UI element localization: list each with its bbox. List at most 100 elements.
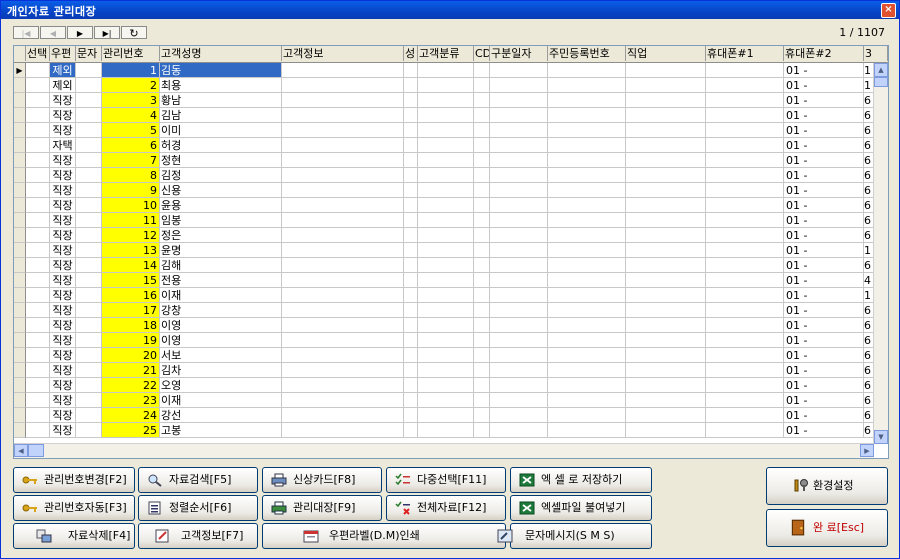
gender-cell[interactable] <box>404 153 418 168</box>
cd-cell[interactable] <box>474 243 490 258</box>
row-indicator[interactable] <box>14 303 26 318</box>
gender-cell[interactable] <box>404 348 418 363</box>
mgmt-no-cell[interactable]: 13 <box>102 243 160 258</box>
zip-cell[interactable]: 직장 <box>50 168 76 183</box>
sms-button[interactable]: 문자메시지(S M S) <box>497 523 652 549</box>
select-cell[interactable] <box>26 408 50 423</box>
gender-cell[interactable] <box>404 288 418 303</box>
cd-cell[interactable] <box>474 78 490 93</box>
row-indicator[interactable] <box>14 243 26 258</box>
cd-cell[interactable] <box>474 213 490 228</box>
mgmt-no-cell[interactable]: 25 <box>102 423 160 438</box>
hscroll-thumb[interactable] <box>28 444 44 457</box>
date-cell[interactable] <box>490 333 548 348</box>
message-cell[interactable] <box>76 198 102 213</box>
table-row[interactable]: 직장 24 강선 01 -6 <box>14 408 874 423</box>
gender-cell[interactable] <box>404 93 418 108</box>
message-cell[interactable] <box>76 63 102 78</box>
zip-cell[interactable]: 직장 <box>50 228 76 243</box>
customer-grid[interactable]: 선택 우편 문자 관리번호 고객성명 고객정보 성 고객분류 CD 구분일자 주… <box>13 45 889 459</box>
customer-class-cell[interactable] <box>418 288 474 303</box>
mgmt-no-cell[interactable]: 2 <box>102 78 160 93</box>
date-cell[interactable] <box>490 363 548 378</box>
header-job[interactable]: 직업 <box>626 46 706 61</box>
table-row[interactable]: 직장 21 김차 01 -6 <box>14 363 874 378</box>
select-cell[interactable] <box>26 333 50 348</box>
customer-name-cell[interactable]: 정현 <box>160 153 282 168</box>
jumin-cell[interactable] <box>548 63 626 78</box>
customer-class-cell[interactable] <box>418 348 474 363</box>
date-cell[interactable] <box>490 393 548 408</box>
message-cell[interactable] <box>76 138 102 153</box>
select-cell[interactable] <box>26 243 50 258</box>
save-excel-button[interactable]: 엑 셀 로 저장하기 <box>510 467 652 493</box>
message-cell[interactable] <box>76 363 102 378</box>
zip-cell[interactable]: 직장 <box>50 408 76 423</box>
phone1-cell[interactable] <box>706 363 784 378</box>
job-cell[interactable] <box>626 288 706 303</box>
message-cell[interactable] <box>76 123 102 138</box>
customer-info-cell[interactable] <box>282 78 404 93</box>
select-cell[interactable] <box>26 258 50 273</box>
table-row[interactable]: 직장 11 임봉 01 -6 <box>14 213 874 228</box>
phone1-cell[interactable] <box>706 258 784 273</box>
phone2-cell[interactable]: 01 - <box>784 423 864 438</box>
first-record-button[interactable]: |◀ <box>13 26 39 39</box>
customer-class-cell[interactable] <box>418 213 474 228</box>
phone1-cell[interactable] <box>706 168 784 183</box>
select-cell[interactable] <box>26 63 50 78</box>
customer-name-cell[interactable]: 고봉 <box>160 423 282 438</box>
phone1-cell[interactable] <box>706 78 784 93</box>
header-phone1[interactable]: 휴대폰#1 <box>706 46 784 61</box>
jumin-cell[interactable] <box>548 213 626 228</box>
cd-cell[interactable] <box>474 153 490 168</box>
customer-class-cell[interactable] <box>418 63 474 78</box>
date-cell[interactable] <box>490 183 548 198</box>
customer-class-cell[interactable] <box>418 168 474 183</box>
horizontal-scrollbar[interactable]: ◀ ▶ <box>14 443 874 458</box>
message-cell[interactable] <box>76 213 102 228</box>
zip-cell[interactable]: 직장 <box>50 258 76 273</box>
cd-cell[interactable] <box>474 228 490 243</box>
multi-select-button[interactable]: 다중선택[F11] <box>386 467 506 493</box>
gender-cell[interactable] <box>404 408 418 423</box>
customer-class-cell[interactable] <box>418 273 474 288</box>
customer-info-cell[interactable] <box>282 273 404 288</box>
table-row[interactable]: 직장 15 전용 01 -4 <box>14 273 874 288</box>
phone2-cell[interactable]: 01 - <box>784 228 864 243</box>
phone2-cell[interactable]: 01 - <box>784 153 864 168</box>
job-cell[interactable] <box>626 378 706 393</box>
message-cell[interactable] <box>76 348 102 363</box>
table-row[interactable]: 직장 8 김정 01 -6 <box>14 168 874 183</box>
mgmt-no-cell[interactable]: 10 <box>102 198 160 213</box>
job-cell[interactable] <box>626 183 706 198</box>
select-cell[interactable] <box>26 168 50 183</box>
message-cell[interactable] <box>76 78 102 93</box>
select-cell[interactable] <box>26 213 50 228</box>
customer-info-cell[interactable] <box>282 408 404 423</box>
phone2-cell[interactable]: 01 - <box>784 168 864 183</box>
customer-info-cell[interactable] <box>282 198 404 213</box>
mgmt-no-cell[interactable]: 22 <box>102 378 160 393</box>
mgmt-no-cell[interactable]: 4 <box>102 108 160 123</box>
customer-name-cell[interactable]: 김동 <box>160 63 282 78</box>
phone1-cell[interactable] <box>706 378 784 393</box>
jumin-cell[interactable] <box>548 228 626 243</box>
ledger-button[interactable]: 관리대장[F9] <box>262 495 382 521</box>
row-indicator[interactable] <box>14 273 26 288</box>
message-cell[interactable] <box>76 408 102 423</box>
customer-info-cell[interactable] <box>282 243 404 258</box>
header-mgmt-no[interactable]: 관리번호 <box>102 46 160 61</box>
prev-record-button[interactable]: ◀ <box>40 26 66 39</box>
zip-cell[interactable]: 직장 <box>50 348 76 363</box>
customer-name-cell[interactable]: 오영 <box>160 378 282 393</box>
scroll-up-icon[interactable]: ▲ <box>874 63 888 77</box>
cd-cell[interactable] <box>474 108 490 123</box>
personal-card-button[interactable]: 신상카드[F8] <box>262 467 382 493</box>
jumin-cell[interactable] <box>548 303 626 318</box>
select-cell[interactable] <box>26 183 50 198</box>
customer-name-cell[interactable]: 김차 <box>160 363 282 378</box>
customer-class-cell[interactable] <box>418 183 474 198</box>
phone2-cell[interactable]: 01 - <box>784 138 864 153</box>
select-cell[interactable] <box>26 108 50 123</box>
